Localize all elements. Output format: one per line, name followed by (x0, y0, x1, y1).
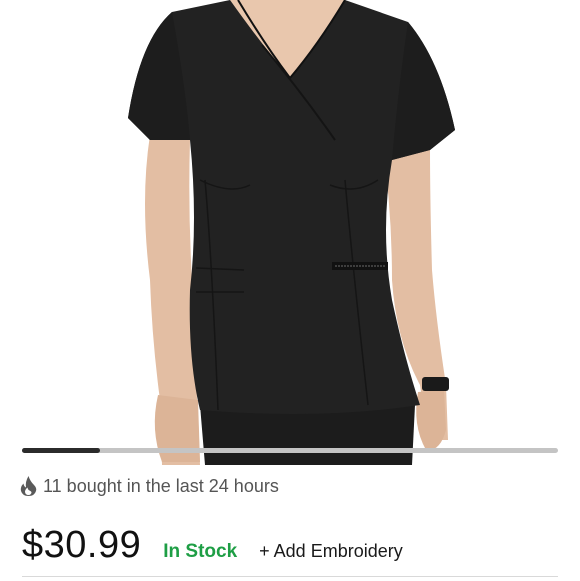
scrub-top-photo (128, 0, 455, 465)
flame-icon (20, 476, 37, 496)
social-proof-text: 11 bought in the last 24 hours (43, 475, 279, 496)
stock-status: In Stock (163, 541, 238, 562)
price: $30.99 (22, 524, 142, 566)
divider (22, 576, 558, 581)
social-proof: 11 bought in the last 24 hours (20, 474, 279, 498)
add-embroidery-link[interactable]: + Add Embroidery (259, 541, 403, 562)
product-image[interactable] (0, 0, 580, 465)
image-gallery-scrollbar[interactable] (22, 448, 558, 453)
image-gallery-scrollbar-thumb[interactable] (22, 448, 100, 453)
price-row: $30.99 In Stock + Add Embroidery (22, 524, 403, 574)
